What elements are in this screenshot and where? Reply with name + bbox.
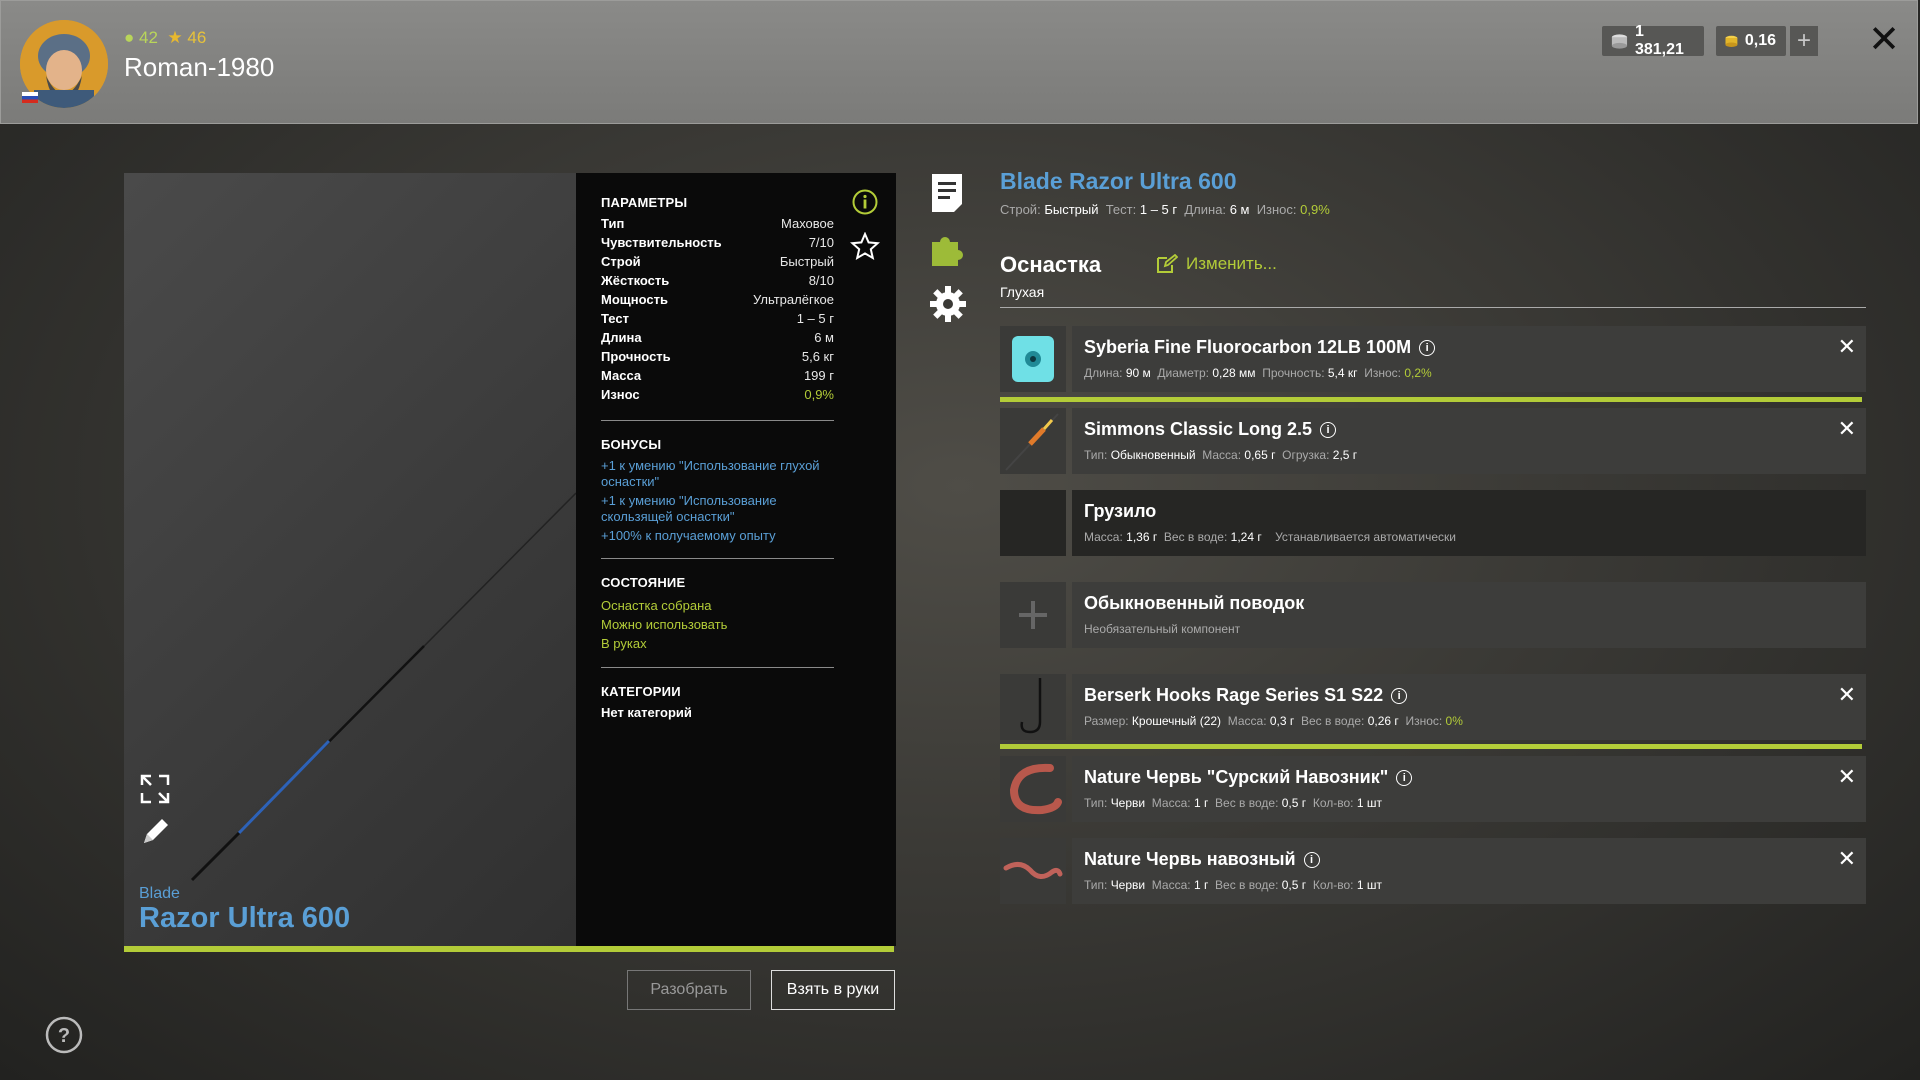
divider	[601, 558, 834, 559]
take-in-hands-button[interactable]: Взять в руки	[771, 970, 895, 1010]
tackle-type: Глухая	[1000, 284, 1045, 300]
param-row: Длина 6 м	[601, 330, 834, 345]
param-row: Жёсткость 8/10	[601, 273, 834, 288]
silver-balance: 1 381,21	[1602, 23, 1704, 58]
rod-name: Razor Ultra 600	[139, 902, 351, 934]
bonuses-title: БОНУСЫ	[601, 437, 662, 452]
info-icon[interactable]: i	[1303, 851, 1320, 868]
remove-icon[interactable]: ✕	[1838, 416, 1856, 442]
state-title: СОСТОЯНИЕ	[601, 575, 686, 590]
gear-icon[interactable]	[928, 284, 968, 324]
add-leader-thumb[interactable]	[1000, 582, 1066, 648]
item-title: Blade Razor Ultra 600	[1000, 168, 1237, 194]
categories-title: КАТЕГОРИИ	[601, 684, 681, 699]
worm-thumb	[1000, 756, 1066, 822]
info-icon[interactable]: i	[1419, 339, 1436, 356]
param-row: Мощность Ультралёгкое	[601, 292, 834, 307]
remove-icon[interactable]: ✕	[1838, 334, 1856, 360]
add-currency-button[interactable]: +	[1790, 26, 1818, 56]
sinker-thumb	[1000, 490, 1066, 556]
username: Roman-1980	[124, 52, 275, 82]
silver-coins-icon	[1611, 34, 1628, 49]
edit-tackle-button[interactable]: Изменить...	[1156, 254, 1277, 274]
info-icon[interactable]	[852, 189, 878, 215]
star-icon: ★	[167, 28, 183, 47]
pencil-icon[interactable]	[138, 815, 172, 849]
params-panel: ПАРАМЕТРЫ Тип Маховое Чувствительность 7/1…	[576, 173, 896, 946]
param-row: Тип Маховое	[601, 216, 834, 231]
tackle-item-leader[interactable]: Обыкновенный поводок Необязательный комп…	[1000, 582, 1866, 648]
param-row: Тест 1 – 5 г	[601, 311, 834, 326]
top-bar	[0, 0, 1918, 124]
param-row: Прочность 5,6 кг	[601, 349, 834, 364]
remove-icon[interactable]: ✕	[1838, 764, 1856, 790]
document-icon[interactable]	[930, 172, 964, 212]
tackle-item-float[interactable]: Simmons Classic Long 2.5 i Тип: Обыкновен…	[1000, 408, 1866, 474]
divider	[601, 420, 834, 421]
categories-value: Нет категорий	[601, 705, 692, 720]
info-icon[interactable]: i	[1391, 687, 1408, 704]
param-row: Износ 0,9%	[601, 387, 834, 402]
remove-icon[interactable]: ✕	[1838, 682, 1856, 708]
tackle-item-bait[interactable]: Nature Червь навозный i Тип: Черви Масса:…	[1000, 838, 1866, 904]
float-thumb	[1000, 408, 1066, 474]
params-title: ПАРАМЕТРЫ	[601, 195, 688, 210]
bonus-item: +1 к умению "Использование глухой оснаст…	[601, 458, 820, 489]
bonus-item: +100% к получаемому опыту	[601, 528, 776, 543]
tackle-item-line[interactable]: Syberia Fine Fluorocarbon 12LB 100M i Дли…	[1000, 326, 1866, 392]
stars-value: 46	[187, 28, 207, 47]
state-item: В руках	[601, 636, 647, 651]
puzzle-icon[interactable]	[928, 228, 968, 268]
expand-icon[interactable]	[138, 772, 172, 806]
param-row: Строй Быстрый	[601, 254, 834, 269]
help-icon[interactable]: ?	[45, 1016, 83, 1054]
info-icon[interactable]: i	[1396, 769, 1413, 786]
line-spool-thumb	[1000, 326, 1066, 392]
disassemble-button[interactable]: Разобрать	[627, 970, 751, 1010]
durability-bar	[124, 946, 894, 952]
svg-text:?: ?	[58, 1025, 70, 1047]
remove-icon[interactable]: ✕	[1838, 846, 1856, 872]
level-icon: ●	[124, 28, 135, 47]
level-value: 42	[139, 28, 158, 47]
divider	[1000, 307, 1866, 308]
rod-brand: Blade	[139, 885, 180, 902]
tackle-item-sinker[interactable]: Грузило Масса: 1,36 г Вес в воде: 1,24 г…	[1000, 490, 1866, 556]
state-item: Оснастка собрана	[601, 598, 712, 613]
close-icon[interactable]: ✕	[1866, 21, 1902, 59]
plus-icon	[1019, 601, 1047, 629]
gold-balance: 0,16	[1716, 26, 1786, 56]
rod-image	[190, 492, 576, 882]
tackle-item-bait[interactable]: Nature Червь "Сурский Навозник" i Тип: Че…	[1000, 756, 1866, 822]
bonus-item: +1 к умению "Использование скользящей ос…	[601, 493, 777, 524]
level-stars: ● 42 ★ 46	[124, 28, 206, 48]
worm-thumb	[1000, 838, 1066, 904]
hook-thumb	[1000, 674, 1066, 740]
info-icon[interactable]: i	[1320, 421, 1337, 438]
param-row: Масса 199 г	[601, 368, 834, 383]
russia-flag-icon	[22, 92, 38, 103]
param-row: Чувствительность 7/10	[601, 235, 834, 250]
durability-bar	[1000, 397, 1862, 402]
favorite-star-icon[interactable]	[850, 232, 880, 262]
edit-icon	[1157, 254, 1178, 273]
params-list: Тип Маховое Чувствительность 7/10 Строй Быс…	[601, 216, 834, 406]
divider	[601, 667, 834, 668]
state-item: Можно использовать	[601, 617, 728, 632]
item-summary: Строй: Быстрый Тест: 1 – 5 г Длина: 6 м …	[1000, 202, 1330, 217]
gold-coins-icon	[1725, 35, 1738, 47]
tackle-item-hook[interactable]: Berserk Hooks Rage Series S1 S22 i Размер…	[1000, 674, 1866, 740]
durability-bar	[1000, 744, 1862, 749]
tackle-title: Оснастка	[1000, 252, 1102, 277]
